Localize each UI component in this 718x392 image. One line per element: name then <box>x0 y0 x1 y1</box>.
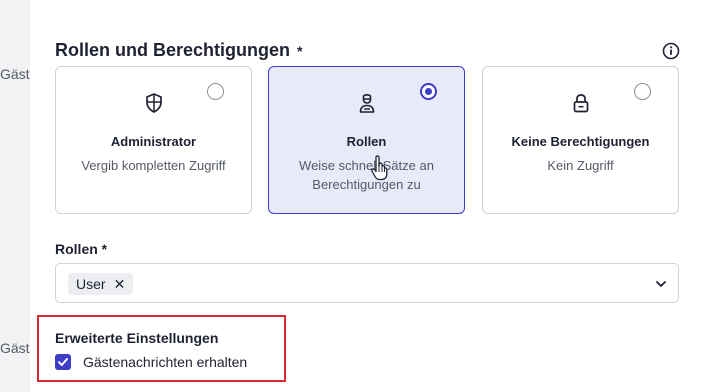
lock-icon <box>573 94 588 113</box>
card-no-permissions[interactable]: Keine Berechtigungen Kein Zugriff <box>482 66 679 214</box>
roles-label: Rollen * <box>55 241 108 257</box>
radio-no-permissions[interactable] <box>634 83 651 100</box>
shield-icon <box>145 93 162 113</box>
card-title: Keine Berechtigungen <box>511 134 650 149</box>
radio-roles[interactable] <box>420 83 437 100</box>
card-title: Rollen <box>346 134 387 149</box>
card-description: Vergib kompletten Zugriff <box>81 158 226 173</box>
radio-administrator[interactable] <box>207 83 224 100</box>
chip-remove-icon[interactable]: ✕ <box>114 276 126 293</box>
roles-select[interactable]: User ✕ <box>55 263 679 303</box>
person-icon <box>359 93 374 113</box>
card-roles[interactable]: Rollen Weise schnell Sätze an Berechtigu… <box>268 66 465 214</box>
card-description: Kein Zugriff <box>547 158 614 173</box>
annotation-highlight-box <box>37 315 286 382</box>
hand-cursor-icon <box>371 155 388 181</box>
card-description: Weise schnell Sätze an Berechtigungen zu <box>299 158 434 192</box>
card-administrator[interactable]: Administrator Vergib kompletten Zugriff <box>55 66 252 214</box>
required-mark: * <box>297 43 303 59</box>
chip-label: User <box>76 276 106 292</box>
chevron-down-icon[interactable] <box>654 277 668 291</box>
section-title: Rollen und Berechtigungen * <box>55 40 302 61</box>
info-icon[interactable] <box>662 42 680 60</box>
card-title: Administrator <box>110 134 197 149</box>
role-chip-user: User ✕ <box>68 273 134 295</box>
section-title-text: Rollen und Berechtigungen <box>55 40 291 60</box>
